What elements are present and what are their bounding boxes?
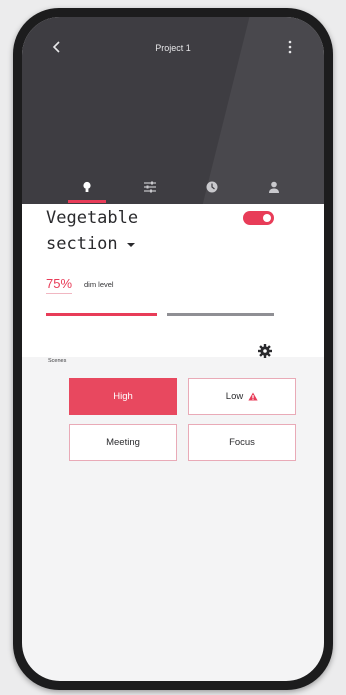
section-name-line2: section [46,234,118,254]
scenes-settings-button[interactable] [257,343,273,359]
more-button[interactable] [284,39,296,55]
phone-frame: Project 1 [13,8,333,690]
app-screen: Project 1 [22,17,324,681]
section-name: Vegetable [46,208,139,228]
scenes-label: Scenes [48,358,67,364]
scene-label: Meeting [106,437,140,448]
scene-label: Low [225,391,244,402]
tab-active-indicator [68,200,106,203]
scene-low-button[interactable]: Low [188,378,296,415]
dim-value: 75% [46,276,73,294]
tab-settings[interactable] [125,177,175,203]
section-toggle[interactable] [243,211,274,225]
toggle-knob [263,214,271,222]
tab-light[interactable] [62,177,112,203]
page-title: Project 1 [155,43,191,53]
scene-meeting-button[interactable]: Meeting [69,424,177,461]
scene-label: Focus [229,437,255,448]
dim-slider[interactable] [46,312,274,317]
section-selector[interactable]: section [46,236,135,253]
scene-focus-button[interactable]: Focus [188,424,296,461]
more-vertical-icon [288,40,292,54]
clock-icon [206,181,218,193]
scene-high-button[interactable]: High [69,378,177,415]
tab-schedule[interactable] [187,177,237,203]
dim-slider-thumb[interactable] [157,312,167,317]
scene-label: High [113,391,133,402]
tab-profile[interactable] [249,177,299,203]
sliders-icon [144,181,156,193]
dim-label: dim level [84,280,114,289]
person-icon [269,181,279,193]
app-header: Project 1 [22,17,324,204]
warning-icon [248,392,258,401]
lightbulb-icon [83,181,91,192]
caret-down-icon [126,242,135,247]
gear-icon [258,344,272,358]
dim-slider-fill [46,313,157,316]
